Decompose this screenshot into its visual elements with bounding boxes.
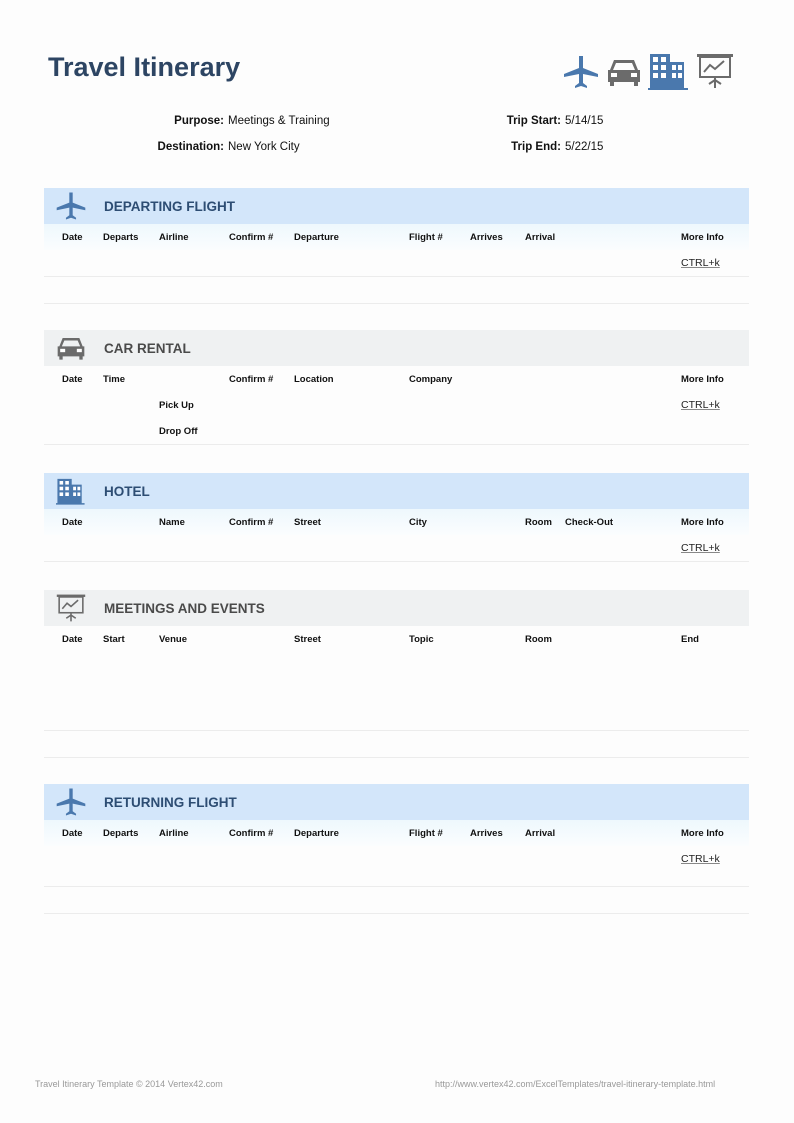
more-info-link[interactable]: CTRL+k [681, 853, 720, 865]
car-icon [608, 60, 640, 86]
col-time: Time [103, 374, 126, 385]
table-row[interactable]: CTRL+k [44, 535, 749, 562]
destination-label: Destination: [157, 141, 224, 153]
trip-start-label: Trip Start: [506, 115, 561, 127]
col-flight: Flight # [409, 828, 443, 839]
departing-flight-section: DEPARTING FLIGHT Date Departs Airline Co… [44, 188, 749, 304]
dropoff-label: Drop Off [159, 426, 198, 437]
col-street: Street [294, 517, 321, 528]
presentation-icon [697, 54, 733, 88]
col-arrives: Arrives [470, 828, 503, 839]
col-end: End [681, 634, 699, 645]
col-confirm: Confirm # [229, 517, 274, 528]
presentation-icon [56, 594, 86, 622]
pickup-row[interactable]: Pick Up CTRL+k [44, 392, 749, 418]
airplane-icon [56, 788, 86, 816]
col-airline: Airline [159, 828, 189, 839]
col-topic: Topic [409, 634, 434, 645]
building-icon [648, 54, 688, 90]
col-name: Name [159, 517, 185, 528]
table-row[interactable]: CTRL+k [44, 846, 749, 887]
col-street: Street [294, 634, 321, 645]
col-more-info: More Info [681, 828, 724, 839]
section-header: DEPARTING FLIGHT [44, 188, 749, 224]
col-arrival: Arrival [525, 828, 556, 839]
column-headers: Date Departs Airline Confirm # Departure… [44, 224, 749, 250]
col-date: Date [62, 634, 83, 645]
airplane-icon [56, 192, 86, 220]
col-more-info: More Info [681, 517, 724, 528]
col-room: Room [525, 517, 552, 528]
table-row[interactable] [44, 731, 749, 758]
col-arrival: Arrival [525, 232, 556, 243]
pickup-label: Pick Up [159, 400, 194, 411]
section-header: RETURNING FLIGHT [44, 784, 749, 820]
footer-url[interactable]: http://www.vertex42.com/ExcelTemplates/t… [435, 1079, 715, 1089]
more-info-link[interactable]: CTRL+k [681, 542, 720, 554]
building-icon [56, 478, 85, 505]
col-airline: Airline [159, 232, 189, 243]
trip-end-value: 5/22/15 [565, 141, 604, 153]
col-flight: Flight # [409, 232, 443, 243]
hotel-section: HOTEL Date Name Confirm # Street City Ro… [44, 473, 749, 562]
car-rental-section: CAR RENTAL Date Time Confirm # Location … [44, 330, 749, 445]
section-title: CAR RENTAL [104, 340, 191, 356]
col-check-out: Check-Out [565, 517, 614, 528]
col-company: Company [409, 374, 453, 385]
col-more-info: More Info [681, 374, 724, 385]
col-date: Date [62, 374, 83, 385]
column-headers: Date Departs Airline Confirm # Departure… [44, 820, 749, 846]
trip-start-field: Trip Start: 5/14/15 [485, 115, 604, 127]
destination-field: Destination: New York City [150, 141, 300, 153]
col-location: Location [294, 374, 334, 385]
section-title: RETURNING FLIGHT [104, 794, 237, 810]
section-title: HOTEL [104, 483, 150, 499]
col-venue: Venue [159, 634, 187, 645]
destination-value: New York City [228, 141, 300, 153]
table-row[interactable]: CTRL+k [44, 250, 749, 277]
section-title: MEETINGS AND EVENTS [104, 600, 265, 616]
col-confirm: Confirm # [229, 232, 274, 243]
dropoff-row[interactable]: Drop Off [44, 418, 749, 445]
airplane-icon [564, 56, 598, 88]
col-confirm: Confirm # [229, 374, 274, 385]
page-title: Travel Itinerary [48, 52, 241, 82]
more-info-link[interactable]: CTRL+k [681, 257, 720, 269]
section-header: MEETINGS AND EVENTS [44, 590, 749, 626]
col-more-info: More Info [681, 232, 724, 243]
trip-end-field: Trip End: 5/22/15 [485, 141, 603, 153]
section-header: CAR RENTAL [44, 330, 749, 366]
meetings-section: MEETINGS AND EVENTS Date Start Venue Str… [44, 590, 749, 758]
car-icon [57, 338, 85, 360]
col-start: Start [103, 634, 125, 645]
trip-start-value: 5/14/15 [565, 115, 604, 127]
section-title: DEPARTING FLIGHT [104, 198, 235, 214]
col-city: City [409, 517, 427, 528]
col-room: Room [525, 634, 552, 645]
column-headers: Date Time Confirm # Location Company Mor… [44, 366, 749, 392]
trip-end-label: Trip End: [511, 141, 561, 153]
returning-flight-section: RETURNING FLIGHT Date Departs Airline Co… [44, 784, 749, 914]
col-date: Date [62, 828, 83, 839]
footer-copyright: Travel Itinerary Template © 2014 Vertex4… [35, 1079, 223, 1089]
col-date: Date [62, 517, 83, 528]
section-header: HOTEL [44, 473, 749, 509]
col-arrives: Arrives [470, 232, 503, 243]
purpose-value: Meetings & Training [228, 115, 330, 127]
col-departure: Departure [294, 828, 339, 839]
table-row[interactable] [44, 277, 749, 304]
col-departs: Departs [103, 232, 139, 243]
table-row[interactable] [44, 887, 749, 914]
col-confirm: Confirm # [229, 828, 274, 839]
purpose-label: Purpose: [174, 115, 224, 127]
col-departs: Departs [103, 828, 139, 839]
col-date: Date [62, 232, 83, 243]
purpose-field: Purpose: Meetings & Training [150, 115, 330, 127]
column-headers: Date Name Confirm # Street City Room Che… [44, 509, 749, 535]
col-departure: Departure [294, 232, 339, 243]
table-row[interactable] [44, 652, 749, 731]
more-info-link[interactable]: CTRL+k [681, 399, 720, 411]
header-icons [562, 52, 734, 90]
column-headers: Date Start Venue Street Topic Room End [44, 626, 749, 652]
